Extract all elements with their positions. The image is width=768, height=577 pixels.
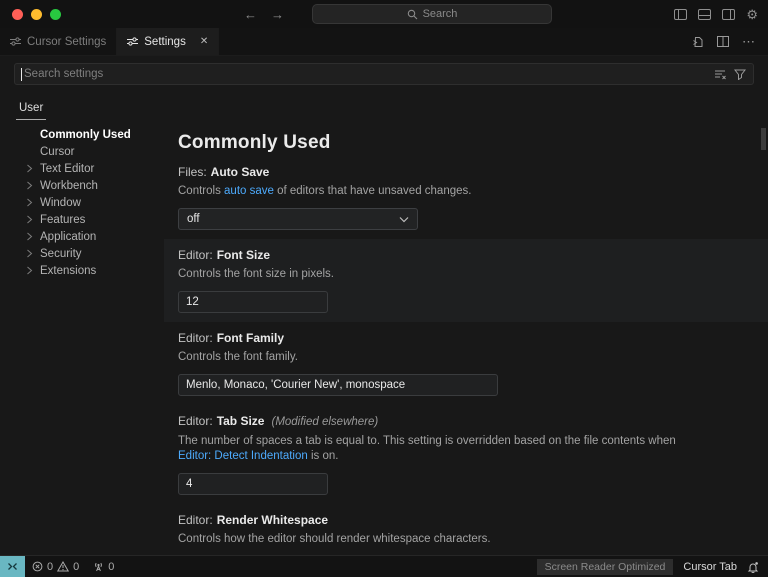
setting-description: Controls auto save of editors that have …	[178, 184, 698, 199]
titlebar: ← → Search ⚙	[0, 0, 768, 28]
warning-count: 0	[73, 561, 79, 573]
tab-label: Cursor Settings	[27, 36, 106, 48]
settings-search-placeholder: Search settings	[24, 68, 714, 80]
ports-count: 0	[108, 561, 114, 573]
traffic-lights	[12, 9, 61, 20]
setting-description: Controls the font size in pixels.	[178, 267, 698, 282]
settings-editor: Search settings User	[0, 56, 768, 555]
setting-description: Controls the font family.	[178, 350, 698, 365]
toggle-secondary-sidebar-icon[interactable]	[722, 9, 735, 20]
screen-reader-optimized-button[interactable]: Screen Reader Optimized	[537, 559, 674, 575]
chevron-right-icon	[26, 181, 33, 190]
remote-indicator[interactable]	[0, 556, 25, 577]
setting-label: Files:Auto Save	[178, 165, 754, 179]
warning-triangle-icon	[57, 561, 69, 572]
chevron-right-icon	[26, 266, 33, 275]
settings-scope-tabs: User	[0, 92, 768, 120]
cursor-tab-status[interactable]: Cursor Tab	[683, 561, 737, 573]
tab-label: Settings	[144, 36, 186, 48]
open-settings-json-icon[interactable]	[692, 36, 704, 48]
notifications-bell-icon[interactable]	[747, 561, 759, 573]
toc-item-text-editor[interactable]: Text Editor	[0, 160, 164, 177]
setting-description: The number of spaces a tab is equal to. …	[178, 434, 698, 464]
setting-row-editor-tab-size: Editor:Tab Size(Modified elsewhere) The …	[164, 405, 768, 504]
command-center-placeholder: Search	[423, 8, 458, 20]
toggle-primary-sidebar-icon[interactable]	[674, 9, 687, 20]
app-window: ← → Search ⚙	[0, 0, 768, 577]
page-title: Commonly Used	[178, 132, 768, 154]
toc-item-commonly-used[interactable]: Commonly Used	[0, 126, 164, 143]
filter-icon[interactable]	[734, 69, 746, 80]
settings-sliders-icon	[10, 37, 21, 46]
error-count: 0	[47, 561, 53, 573]
text-caret	[21, 68, 22, 81]
font-size-input[interactable]	[178, 291, 328, 313]
setting-row-editor-render-whitespace: Editor:Render Whitespace Controls how th…	[164, 504, 768, 555]
modified-elsewhere-badge: (Modified elsewhere)	[271, 416, 378, 428]
detect-indentation-link[interactable]: Editor: Detect Indentation	[178, 450, 308, 462]
radio-tower-icon	[93, 561, 104, 572]
setting-label: Editor:Font Family	[178, 331, 754, 345]
auto-save-link[interactable]: auto save	[224, 185, 274, 197]
toc-item-cursor[interactable]: Cursor	[0, 143, 164, 160]
more-actions-icon[interactable]: ⋯	[742, 34, 756, 50]
remote-icon	[7, 562, 18, 571]
split-editor-icon[interactable]	[717, 36, 729, 47]
chevron-right-icon	[26, 215, 33, 224]
vertical-scrollbar[interactable]	[761, 128, 766, 150]
problems-status[interactable]: 0 0	[25, 561, 86, 573]
statusbar: 0 0 0 Screen Reader Optimized Cursor Tab	[0, 555, 768, 577]
error-circle-icon	[32, 561, 43, 572]
tab-size-input[interactable]	[178, 473, 328, 495]
back-arrow-icon[interactable]: ←	[244, 7, 257, 22]
setting-row-files-auto-save: Files:Auto Save Controls auto save of ed…	[164, 156, 768, 239]
chevron-right-icon	[26, 198, 33, 207]
font-family-input[interactable]	[178, 374, 498, 396]
setting-label: Editor:Render Whitespace	[178, 513, 754, 527]
chevron-right-icon	[26, 232, 33, 241]
toc-item-security[interactable]: Security	[0, 245, 164, 262]
chevron-down-icon	[399, 216, 409, 223]
editor-tabbar: Cursor Settings Settings ✕ ⋯	[0, 28, 768, 56]
auto-save-select[interactable]: off	[178, 208, 418, 230]
ports-status[interactable]: 0	[86, 561, 121, 573]
minimize-window-icon[interactable]	[31, 9, 42, 20]
forward-arrow-icon[interactable]: →	[271, 7, 284, 22]
tab-settings[interactable]: Settings ✕	[117, 28, 219, 55]
toc-item-window[interactable]: Window	[0, 194, 164, 211]
gear-icon[interactable]: ⚙	[746, 8, 758, 21]
toggle-panel-icon[interactable]	[698, 9, 711, 20]
chevron-right-icon	[26, 249, 33, 258]
setting-label: Editor:Tab Size(Modified elsewhere)	[178, 414, 754, 429]
setting-row-editor-font-family: Editor:Font Family Controls the font fam…	[164, 322, 768, 405]
toc-item-application[interactable]: Application	[0, 228, 164, 245]
command-center-search[interactable]: Search	[312, 4, 552, 24]
tab-user-scope[interactable]: User	[16, 99, 46, 120]
settings-list: Commonly Used Files:Auto Save Controls a…	[164, 120, 768, 555]
settings-sliders-icon	[127, 37, 138, 46]
setting-row-editor-font-size: Editor:Font Size Controls the font size …	[164, 239, 768, 322]
close-tab-icon[interactable]: ✕	[200, 36, 208, 47]
tab-cursor-settings[interactable]: Cursor Settings	[0, 28, 117, 55]
clear-search-icon[interactable]	[714, 69, 726, 80]
toc-item-extensions[interactable]: Extensions	[0, 262, 164, 279]
zoom-window-icon[interactable]	[50, 9, 61, 20]
toc-item-workbench[interactable]: Workbench	[0, 177, 164, 194]
chevron-right-icon	[26, 164, 33, 173]
setting-description: Controls how the editor should render wh…	[178, 532, 698, 547]
toc-item-features[interactable]: Features	[0, 211, 164, 228]
settings-search-input[interactable]: Search settings	[14, 63, 754, 85]
setting-label: Editor:Font Size	[178, 248, 754, 262]
search-icon	[407, 9, 418, 20]
close-window-icon[interactable]	[12, 9, 23, 20]
settings-toc: Commonly Used Cursor Text Editor Workben…	[0, 120, 164, 555]
